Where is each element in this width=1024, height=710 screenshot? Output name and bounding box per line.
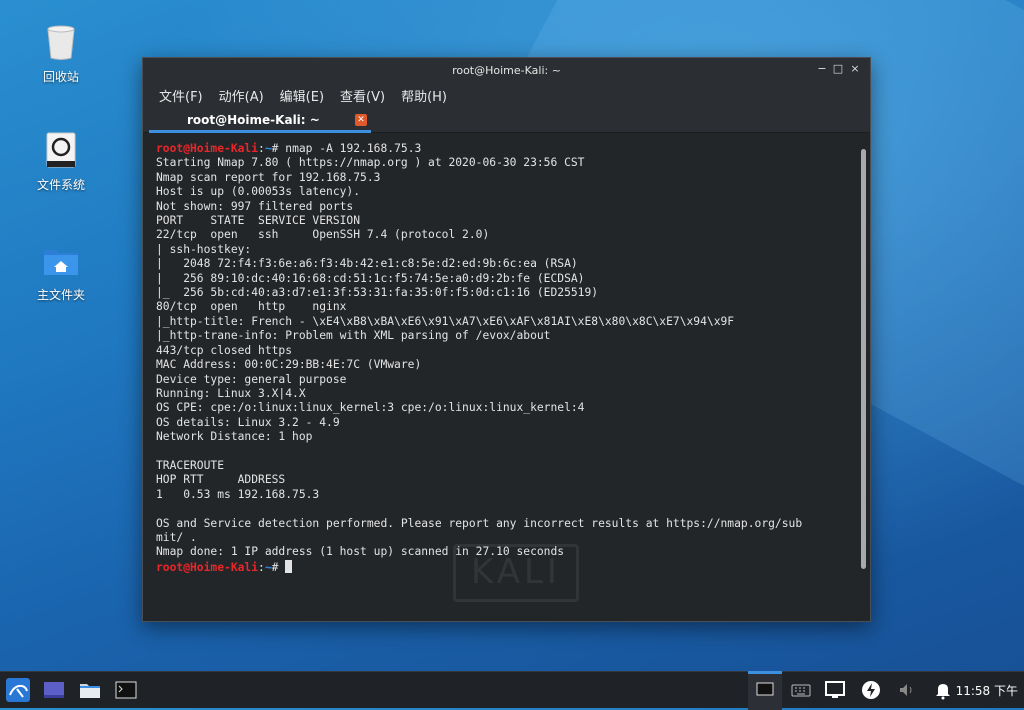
prompt-path: ~ (264, 560, 272, 574)
menu-help[interactable]: 帮助(H) (401, 86, 447, 105)
volume-icon[interactable] (894, 677, 920, 703)
prompt-user: root@Hoime-Kali (156, 142, 259, 155)
menu-view[interactable]: 查看(V) (340, 86, 385, 105)
desktop-icon-label: 回收站 (42, 70, 79, 84)
prompt-symbol: # (271, 142, 286, 155)
active-window-icon[interactable] (748, 671, 782, 710)
desktop-icon-label: 主文件夹 (36, 288, 85, 302)
terminal-area[interactable]: KALI root@Hoime-Kali:~# nmap -A 192.168.… (143, 134, 858, 621)
minimize-button[interactable]: − (815, 62, 829, 76)
power-icon[interactable] (858, 677, 884, 703)
menu-bar: 文件(F) 动作(A) 编辑(E) 查看(V) 帮助(H) (143, 82, 870, 108)
prompt-user: root@Hoime-Kali (156, 560, 259, 574)
display-icon[interactable] (822, 677, 848, 703)
workspace-icon[interactable] (41, 677, 67, 703)
kali-menu-icon[interactable] (5, 677, 31, 703)
desktop-icon-trash[interactable]: 回收站 (21, 22, 101, 85)
command-output: Starting Nmap 7.80 ( https://nmap.org ) … (156, 156, 803, 559)
scrollbar-thumb[interactable] (861, 149, 866, 569)
keyboard-icon[interactable] (788, 677, 814, 703)
scrollbar[interactable] (858, 134, 870, 621)
home-folder-icon (41, 240, 81, 280)
command-text: nmap -A 192.168.75.3 (285, 142, 422, 155)
file-manager-icon[interactable] (77, 677, 103, 703)
tab-bar: root@Hoime-Kali: ~ ✕ (143, 108, 870, 133)
menu-action[interactable]: 动作(A) (219, 86, 264, 105)
prompt-sep: : (258, 560, 265, 574)
maximize-button[interactable]: □ (831, 62, 845, 76)
tab-label: root@Hoime-Kali: ~ (187, 113, 320, 127)
desktop-icon-home[interactable]: 主文件夹 (21, 240, 101, 303)
menu-file[interactable]: 文件(F) (159, 86, 203, 105)
trash-icon (41, 22, 81, 62)
terminal-text: root@Hoime-Kali:~# nmap -A 192.168.75.3 … (143, 134, 858, 575)
kali-watermark: KALI (453, 544, 579, 602)
terminal-icon[interactable] (113, 677, 139, 703)
drive-icon (41, 130, 81, 170)
notification-icon[interactable] (930, 677, 956, 703)
tab-active-indicator (149, 130, 371, 133)
prompt-symbol: # (271, 560, 286, 574)
close-button[interactable]: × (848, 62, 862, 76)
tab-terminal[interactable]: root@Hoime-Kali: ~ ✕ (149, 108, 371, 133)
window-title: root@Hoime-Kali: ~ (452, 64, 561, 77)
tab-close-icon[interactable]: ✕ (355, 114, 367, 126)
prompt-sep: : (258, 142, 265, 155)
text-cursor (285, 559, 293, 573)
desktop-icon-label: 文件系统 (36, 178, 85, 192)
window-titlebar[interactable]: root@Hoime-Kali: ~ − □ × (143, 58, 870, 82)
taskbar: 11:58 下午 (0, 671, 1024, 710)
prompt-path: ~ (264, 142, 272, 155)
menu-edit[interactable]: 编辑(E) (280, 86, 324, 105)
desktop-icon-filesystem[interactable]: 文件系统 (21, 130, 101, 193)
clock[interactable]: 11:58 下午 (956, 682, 1018, 699)
terminal-window: root@Hoime-Kali: ~ − □ × 文件(F) 动作(A) 编辑(… (142, 57, 871, 622)
